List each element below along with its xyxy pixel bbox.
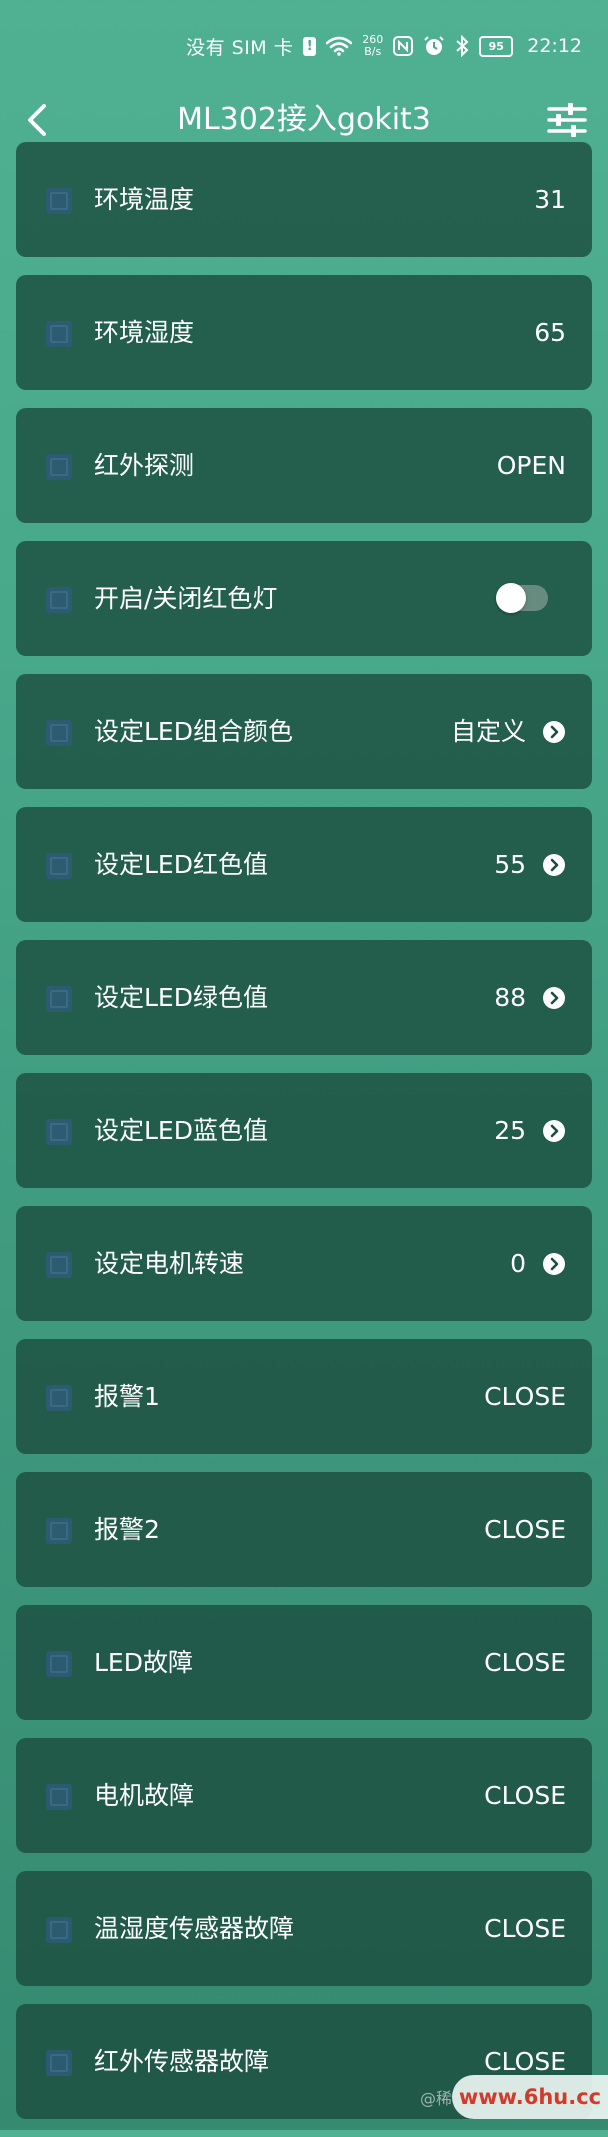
datapoint-icon (46, 720, 72, 746)
network-speed: 260 B/s (362, 34, 383, 58)
row-label: 开启/关闭红色灯 (94, 584, 278, 613)
row-label: 设定电机转速 (94, 1249, 245, 1278)
datapoint-icon (46, 1518, 72, 1544)
row-th-sensor-fault: 温湿度传感器故障 CLOSE (16, 1871, 592, 1986)
row-value: 自定义 (450, 717, 526, 746)
chevron-right-circle-icon[interactable] (542, 853, 566, 877)
chevron-right-circle-icon[interactable] (542, 1119, 566, 1143)
row-value: CLOSE (484, 1648, 566, 1677)
row-label: 环境湿度 (94, 318, 195, 347)
row-label: 环境温度 (94, 185, 195, 214)
battery-indicator: 95 (479, 35, 514, 57)
page-title: ML302接入gokit3 (177, 102, 431, 137)
wifi-icon (326, 36, 353, 56)
row-red-light-toggle: 开启/关闭红色灯 (16, 541, 592, 656)
sim-status: 没有 SIM 卡 (186, 36, 294, 59)
row-value: CLOSE (484, 1382, 566, 1411)
row-label: 红外传感器故障 (94, 2047, 270, 2076)
chevron-right-circle-icon[interactable] (542, 720, 566, 744)
sliders-icon[interactable] (546, 100, 588, 140)
network-speed-unit: B/s (364, 45, 382, 58)
watermark-prefix: @稀 (420, 2089, 453, 2108)
row-value: 88 (494, 983, 526, 1012)
row-motor-fault: 电机故障 CLOSE (16, 1738, 592, 1853)
watermark: www.6hu.cc (452, 2075, 608, 2119)
row-value: 55 (494, 850, 526, 879)
row-led-blue[interactable]: 设定LED蓝色值 25 (16, 1073, 592, 1188)
datapoint-icon (46, 1385, 72, 1411)
switch-knob (496, 583, 526, 613)
row-temperature: 环境温度 31 (16, 142, 592, 257)
datapoint-icon (46, 1252, 72, 1278)
row-led-red[interactable]: 设定LED红色值 55 (16, 807, 592, 922)
row-label: 报警1 (94, 1382, 160, 1411)
sim-warning-icon: ! (303, 36, 317, 56)
row-value: 25 (494, 1116, 526, 1145)
row-value: CLOSE (484, 1914, 566, 1943)
chevron-right-circle-icon[interactable] (542, 986, 566, 1010)
row-label: 设定LED组合颜色 (94, 717, 293, 746)
row-label: 设定LED绿色值 (94, 983, 268, 1012)
row-value: 31 (534, 185, 566, 214)
row-value: CLOSE (484, 1781, 566, 1810)
row-led-fault: LED故障 CLOSE (16, 1605, 592, 1720)
chevron-right-circle-icon[interactable] (542, 1252, 566, 1276)
title-bar: ML302接入gokit3 (0, 92, 608, 148)
row-value: CLOSE (484, 1515, 566, 1544)
row-led-combo-color[interactable]: 设定LED组合颜色 自定义 (16, 674, 592, 789)
row-value: 65 (534, 318, 566, 347)
row-led-green[interactable]: 设定LED绿色值 88 (16, 940, 592, 1055)
nfc-icon (393, 36, 414, 56)
red-light-switch[interactable] (496, 583, 548, 613)
bluetooth-icon (455, 35, 469, 57)
datapoint-icon (46, 1784, 72, 1810)
datapoint-list: 环境温度 31 环境湿度 65 红外探测 OPEN 开启/关闭红色灯 设定LED… (16, 142, 592, 2137)
datapoint-icon (46, 188, 72, 214)
row-label: 设定LED红色值 (94, 850, 268, 879)
clock: 22:12 (527, 35, 582, 57)
row-label: 温湿度传感器故障 (94, 1914, 295, 1943)
row-motor-speed[interactable]: 设定电机转速 0 (16, 1206, 592, 1321)
alarm-icon (423, 35, 445, 57)
row-humidity: 环境湿度 65 (16, 275, 592, 390)
datapoint-icon (46, 321, 72, 347)
datapoint-icon (46, 986, 72, 1012)
datapoint-icon (46, 853, 72, 879)
datapoint-icon (46, 1119, 72, 1145)
status-bar: 没有 SIM 卡 ! 260 B/s 95 22:12 (0, 0, 608, 92)
row-label: 报警2 (94, 1515, 160, 1544)
datapoint-icon (46, 587, 72, 613)
row-infrared: 红外探测 OPEN (16, 408, 592, 523)
row-alarm-1: 报警1 CLOSE (16, 1339, 592, 1454)
row-value: OPEN (496, 451, 566, 480)
row-value: 0 (510, 1249, 526, 1278)
row-label: 电机故障 (94, 1781, 195, 1810)
datapoint-icon (46, 2050, 72, 2076)
datapoint-icon (46, 1651, 72, 1677)
row-label: 红外探测 (94, 451, 195, 480)
datapoint-icon (46, 454, 72, 480)
row-alarm-2: 报警2 CLOSE (16, 1472, 592, 1587)
row-label: 设定LED蓝色值 (94, 1116, 268, 1145)
row-label: LED故障 (94, 1648, 193, 1677)
datapoint-icon (46, 1917, 72, 1943)
